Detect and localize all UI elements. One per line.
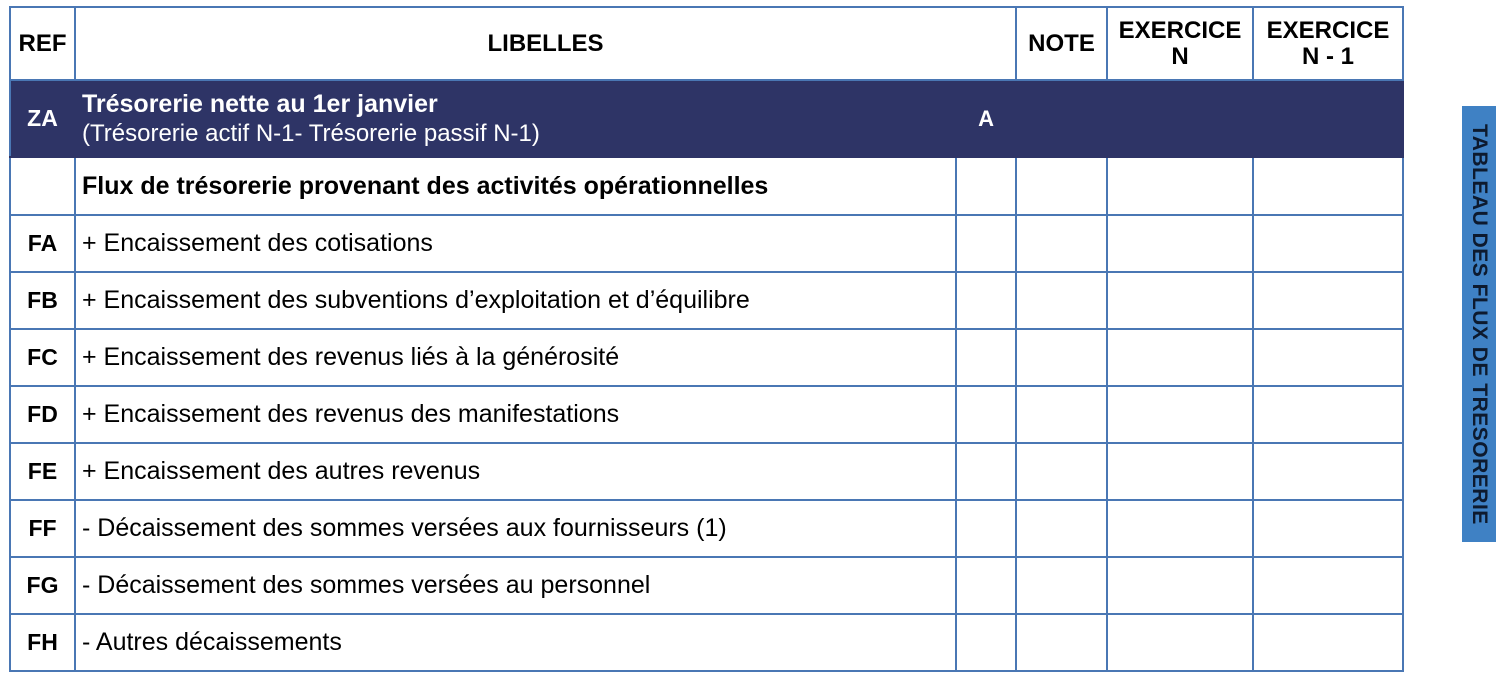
table-row-section: Flux de trésorerie provenant des activit…: [9, 156, 1405, 216]
row-ref: FH: [9, 613, 76, 672]
row-code: A: [954, 79, 1018, 158]
table-row: FE + Encaissement des autres revenus: [9, 442, 1405, 501]
row-ref: FG: [9, 556, 76, 615]
cell-note: [1015, 214, 1109, 273]
header-libelles: LIBELLES: [73, 6, 1018, 81]
cell-exercice-n: [1106, 385, 1255, 444]
table-row: FC + Encaissement des revenus liés à la …: [9, 328, 1405, 387]
header-ref: REF: [9, 6, 76, 81]
cell-exercice-n1: [1252, 271, 1405, 330]
cell-exercice-n: [1106, 214, 1255, 273]
row-ref: [9, 156, 76, 216]
cell-code: [954, 613, 1018, 672]
cell-note: [1015, 613, 1109, 672]
cell-exercice-n1: [1252, 556, 1405, 615]
row-label-line2: (Trésorerie actif N-1- Trésorerie passif…: [82, 119, 540, 147]
cell-exercice-n: [1106, 156, 1255, 216]
header-exercice-n: EXERCICE N: [1106, 6, 1255, 81]
cell-code: [954, 499, 1018, 558]
cell-note: [1015, 499, 1109, 558]
sidebar-title-strip: TABLEAU DES FLUX DE TRESORERIE: [1462, 106, 1496, 542]
row-label: + Encaissement des revenus des manifesta…: [74, 385, 957, 444]
header-exercice-n1-line1: EXERCICE: [1266, 16, 1390, 44]
row-label-line1: Trésorerie nette au 1er janvier: [82, 89, 438, 118]
row-label: - Décaissement des sommes versées au per…: [74, 556, 957, 615]
table-row: FA + Encaissement des cotisations: [9, 214, 1405, 273]
row-label: - Décaissement des sommes versées aux fo…: [74, 499, 957, 558]
cell-exercice-n: [1106, 613, 1255, 672]
cell-code: [954, 385, 1018, 444]
sidebar-title: TABLEAU DES FLUX DE TRESORERIE: [1468, 123, 1491, 525]
cell-exercice-n: [1106, 556, 1255, 615]
cell-exercice-n1: [1252, 613, 1405, 672]
cell-note: [1015, 328, 1109, 387]
header-row: REF LIBELLES NOTE EXERCICE N EXERCICE N …: [9, 6, 1405, 81]
header-note: NOTE: [1015, 6, 1109, 81]
cell-code: [954, 442, 1018, 501]
row-label: + Encaissement des subventions d’exploit…: [74, 271, 957, 330]
row-ref: FC: [9, 328, 76, 387]
cell-note: [1015, 271, 1109, 330]
cell-note: [1015, 556, 1109, 615]
cell-code: [954, 328, 1018, 387]
row-ref: ZA: [9, 79, 76, 158]
cell-exercice-n1: [1252, 79, 1405, 158]
table-row: FD + Encaissement des revenus des manife…: [9, 385, 1405, 444]
row-ref: FB: [9, 271, 76, 330]
cell-exercice-n: [1106, 499, 1255, 558]
row-label: + Encaissement des revenus liés à la gén…: [74, 328, 957, 387]
row-label: + Encaissement des cotisations: [74, 214, 957, 273]
cell-note: [1015, 385, 1109, 444]
table-row: FB + Encaissement des subventions d’expl…: [9, 271, 1405, 330]
cell-exercice-n: [1106, 271, 1255, 330]
row-ref: FF: [9, 499, 76, 558]
row-ref: FE: [9, 442, 76, 501]
cell-exercice-n1: [1252, 442, 1405, 501]
cell-exercice-n1: [1252, 214, 1405, 273]
cell-exercice-n1: [1252, 499, 1405, 558]
header-exercice-n1: EXERCICE N - 1: [1252, 6, 1405, 81]
cell-exercice-n: [1106, 79, 1255, 158]
cell-code: [954, 156, 1018, 216]
header-exercice-n-line2: N: [1171, 42, 1189, 70]
header-exercice-n1-line2: N - 1: [1302, 42, 1355, 70]
cell-code: [954, 556, 1018, 615]
row-label: Flux de trésorerie provenant des activit…: [74, 156, 957, 216]
table-row: FF - Décaissement des sommes versées aux…: [9, 499, 1405, 558]
row-ref: FD: [9, 385, 76, 444]
row-label: Trésorerie nette au 1er janvier (Trésore…: [74, 79, 957, 158]
cell-exercice-n1: [1252, 156, 1405, 216]
cell-code: [954, 271, 1018, 330]
cell-exercice-n: [1106, 328, 1255, 387]
table-row-za: ZA Trésorerie nette au 1er janvier (Trés…: [9, 79, 1405, 158]
cell-note: [1015, 156, 1109, 216]
row-label: - Autres décaissements: [74, 613, 957, 672]
row-label: + Encaissement des autres revenus: [74, 442, 957, 501]
cell-note: [1015, 79, 1109, 158]
cash-flow-table: REF LIBELLES NOTE EXERCICE N EXERCICE N …: [9, 6, 1405, 672]
header-exercice-n-line1: EXERCICE: [1118, 16, 1242, 44]
cell-code: [954, 214, 1018, 273]
cell-exercice-n1: [1252, 385, 1405, 444]
row-ref: FA: [9, 214, 76, 273]
cell-note: [1015, 442, 1109, 501]
cell-exercice-n1: [1252, 328, 1405, 387]
table-row: FH - Autres décaissements: [9, 613, 1405, 672]
cell-exercice-n: [1106, 442, 1255, 501]
table-row: FG - Décaissement des sommes versées au …: [9, 556, 1405, 615]
